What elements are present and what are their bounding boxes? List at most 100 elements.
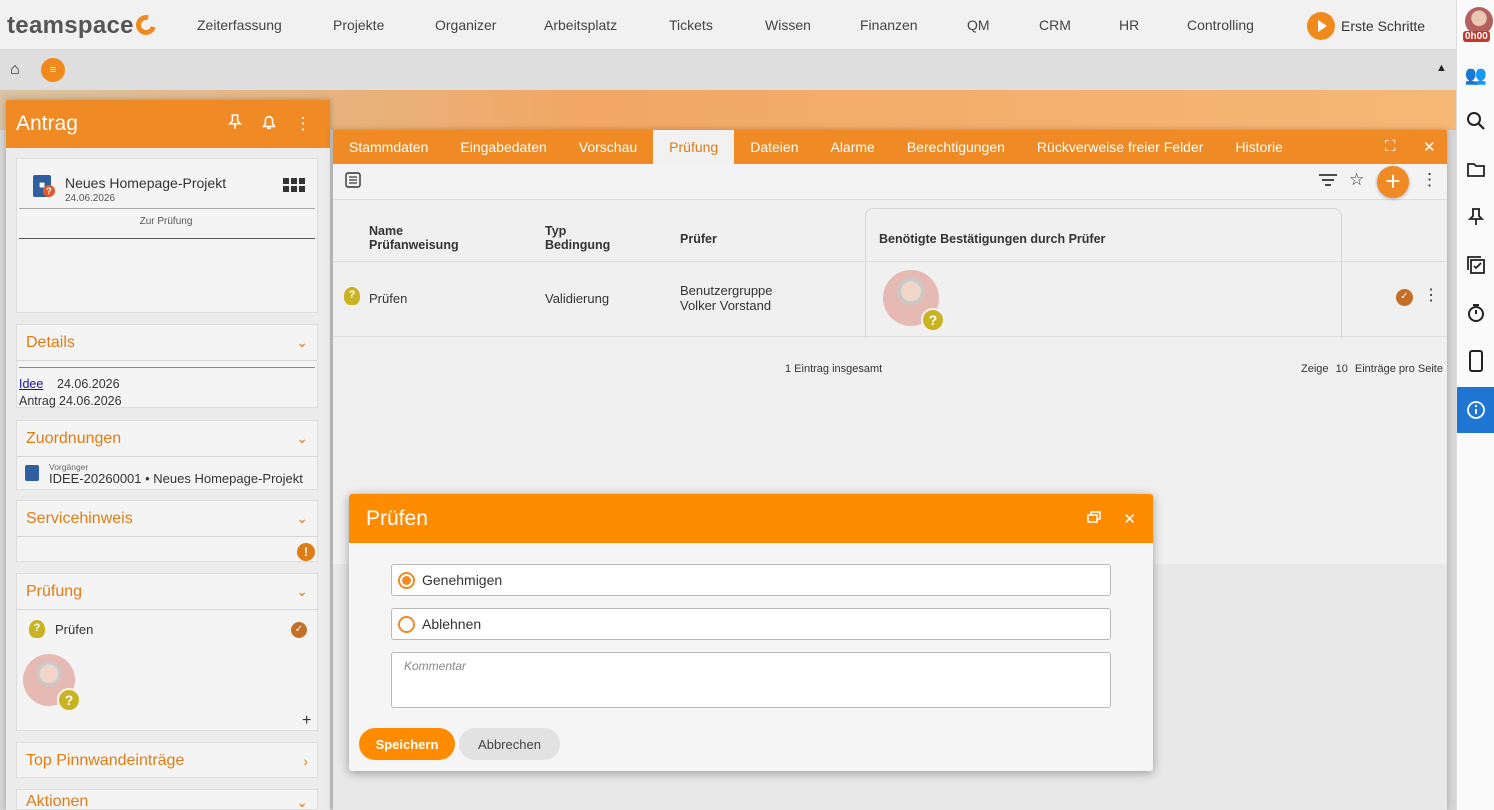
home-icon[interactable]: ⌂ [10,61,20,79]
nav-zeiterfassung[interactable]: Zeiterfassung [197,17,282,33]
tab-dateien[interactable]: Dateien [734,130,814,164]
check-icon[interactable]: ✓ [291,622,307,638]
search-icon[interactable] [1457,106,1494,136]
divider [19,367,315,368]
tasks-icon[interactable] [1457,250,1494,280]
pin-icon[interactable] [1457,202,1494,232]
menu-icon[interactable]: ≡ [41,58,65,82]
header-typ[interactable]: Typ [545,224,566,238]
plus-icon[interactable]: + [302,712,311,730]
header-bestaetigungen[interactable]: Benötigte Bestätigungen durch Prüfer [879,232,1105,246]
tab-historie[interactable]: Historie [1219,130,1298,164]
header-bedingung[interactable]: Bedingung [545,238,610,252]
more-vertical-icon[interactable]: ⋮ [286,114,320,134]
pinnwand-header[interactable]: Top Pinnwandeinträge › [17,743,317,779]
nav-qm[interactable]: QM [967,17,990,33]
comment-placeholder: Kommentar [404,659,467,673]
radio-ablehnen[interactable] [398,615,415,633]
left-panel-header: Antrag ⋮ [6,100,330,148]
header-name[interactable]: Name [369,224,403,238]
table-header: Name Prüfanweisung Typ Bedingung Prüfer … [333,210,1447,262]
header-pruefanweisung[interactable]: Prüfanweisung [369,238,459,252]
erste-schritte-button[interactable]: Erste Schritte [1307,12,1425,40]
users-icon[interactable]: 👥 [1457,60,1494,90]
option-ablehnen[interactable]: Ablehnen [391,608,1111,640]
check-icon[interactable]: ✓ [1396,289,1413,306]
nav-arbeitsplatz[interactable]: Arbeitsplatz [544,17,617,33]
reviewer-avatar: ? [23,654,81,712]
page-size-suffix: Einträge pro Seite [1354,363,1443,375]
page-size-value[interactable]: 10 [1336,363,1348,375]
cancel-button[interactable]: Abbrechen [459,728,560,760]
total-entries: 1 Eintrag insgesamt [785,363,883,375]
question-ribbon-icon: ? [29,620,45,638]
chevron-right-icon: › [303,753,308,769]
close-icon[interactable]: ✕ [1423,138,1436,156]
list-view-icon[interactable] [345,172,361,193]
chevron-down-icon: ⌄ [296,583,308,599]
aktionen-header[interactable]: Aktionen ⌄ [17,790,317,809]
header-pruefer[interactable]: Prüfer [680,232,717,246]
nav-hr[interactable]: HR [1119,17,1139,33]
restore-window-icon[interactable] [1087,510,1102,527]
mobile-icon[interactable] [1457,346,1494,376]
filter-icon[interactable] [1318,172,1338,193]
radio-genehmigen[interactable] [398,571,415,589]
nav-organizer[interactable]: Organizer [435,17,496,33]
tab-alarme[interactable]: Alarme [814,130,890,164]
chevron-down-icon: ⌄ [296,334,308,350]
tab-pruefung[interactable]: Prüfung [653,130,735,164]
tab-bar: Stammdaten Eingabedaten Vorschau Prüfung… [333,130,1447,164]
option-ablehnen-label: Ablehnen [422,616,482,632]
time-badge: 0h00 [1463,31,1490,42]
bell-icon[interactable] [252,113,286,136]
nav-controlling[interactable]: Controlling [1187,17,1254,33]
right-sidebar: 0h00 👥 [1456,0,1494,810]
nav-tickets[interactable]: Tickets [669,17,713,33]
pruefung-card: Prüfung ⌄ ? Prüfen ✓ ? + [16,573,318,731]
details-header[interactable]: Details ⌄ [17,325,317,361]
comment-textarea[interactable]: Kommentar [391,652,1111,708]
save-button[interactable]: Speichern [359,728,455,760]
project-name[interactable]: Neues Homepage-Projekt [65,175,226,191]
zuordnung-value[interactable]: IDEE-20260001 • Neues Homepage-Projekt [49,471,303,486]
tab-eingabedaten[interactable]: Eingabedaten [444,130,562,164]
nav-crm[interactable]: CRM [1039,17,1071,33]
grid-icon[interactable] [283,178,305,192]
nav-projekte[interactable]: Projekte [333,17,384,33]
nav-wissen[interactable]: Wissen [765,17,811,33]
more-vertical-icon[interactable]: ⋮ [1421,170,1438,190]
option-genehmigen[interactable]: Genehmigen [391,564,1111,596]
nav-finanzen[interactable]: Finanzen [860,17,918,33]
add-button[interactable]: + [1377,166,1409,198]
maximize-icon[interactable]: ⛶ [1385,138,1396,155]
tab-vorschau[interactable]: Vorschau [563,130,653,164]
zuordnungen-title: Zuordnungen [26,429,122,447]
zuordnungen-header[interactable]: Zuordnungen ⌄ [17,421,317,457]
info-icon[interactable] [1457,387,1494,433]
tab-stammdaten[interactable]: Stammdaten [333,130,444,164]
stopwatch-icon[interactable] [1457,298,1494,328]
logo[interactable]: teamspace [7,11,160,40]
details-title: Details [26,333,75,351]
servicehinweis-header[interactable]: Servicehinweis ⌄ [17,501,317,537]
toolbar: ☆ + ⋮ [333,164,1447,200]
pruefung-header[interactable]: Prüfung ⌄ [17,574,317,610]
star-icon[interactable]: ☆ [1349,170,1364,190]
close-icon[interactable]: ✕ [1123,510,1136,528]
play-icon [1307,12,1335,40]
collapse-up-icon[interactable]: ▲ [1436,62,1447,74]
breadcrumb-bar: ⌂ ≡ ▲ [0,50,1456,90]
table-row[interactable]: ? Prüfen Validierung Benutzergruppe Volk… [333,262,1447,337]
more-vertical-icon[interactable]: ⋮ [1423,285,1439,305]
pruefung-item[interactable]: Prüfen [55,622,93,637]
pin-icon[interactable] [218,113,252,136]
idee-link[interactable]: Idee [19,377,57,391]
tab-rueckverweise[interactable]: Rückverweise freier Felder [1021,130,1220,164]
divider [19,208,315,209]
option-genehmigen-label: Genehmigen [422,572,503,588]
tab-berechtigungen[interactable]: Berechtigungen [891,130,1021,164]
servicehinweis-card: Servicehinweis ⌄ ! [16,500,318,562]
chevron-down-icon: ⌄ [296,430,308,446]
folder-icon[interactable] [1457,154,1494,184]
